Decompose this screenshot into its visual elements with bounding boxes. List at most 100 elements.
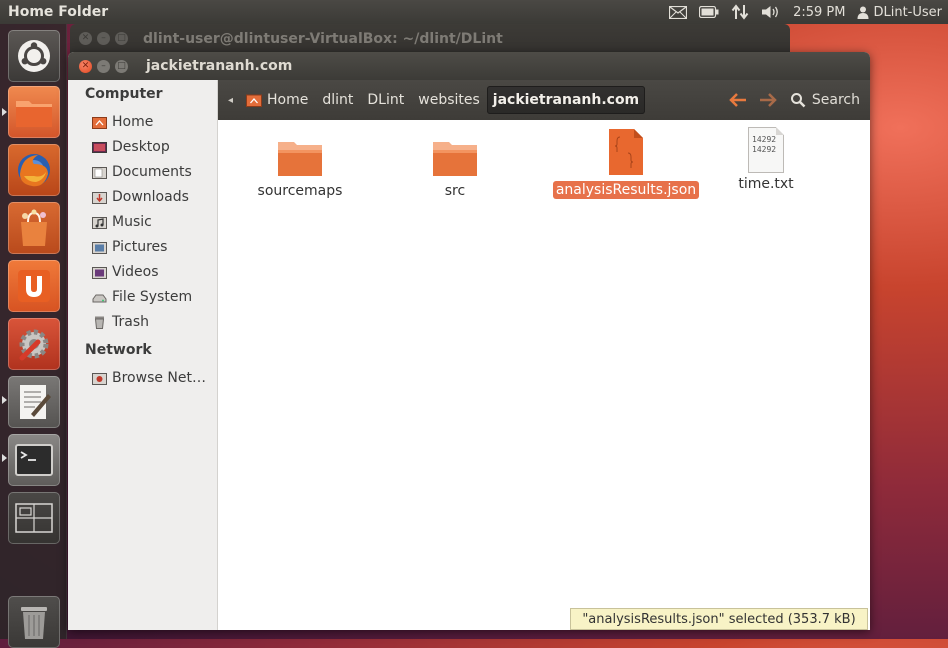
ubuntu-one-launcher-button[interactable]	[8, 260, 60, 312]
sidebar-item-label: Downloads	[112, 189, 189, 205]
videos-icon	[92, 266, 107, 279]
breadcrumb-scroll-left-icon[interactable]: ◂	[228, 95, 233, 106]
terminal-window[interactable]: ✕ – □ dlint-user@dlintuser-VirtualBox: ~…	[70, 24, 790, 54]
file-item-sourcemaps[interactable]: sourcemaps	[240, 136, 360, 200]
network-icon	[92, 372, 107, 385]
maximize-button[interactable]: □	[115, 59, 128, 73]
dash-home-button[interactable]	[8, 30, 60, 82]
file-item-analysisResults[interactable]: analysisResults.json	[551, 127, 701, 199]
sidebar-item-label: Pictures	[112, 239, 168, 255]
minimize-button[interactable]: –	[97, 59, 110, 73]
home-folder-icon	[92, 116, 107, 129]
text-preview-line: 14292	[752, 145, 777, 154]
json-file-icon	[609, 129, 643, 175]
user-menu[interactable]: DLint-User	[851, 0, 948, 24]
file-name: analysisResults.json	[552, 181, 700, 199]
back-arrow-icon[interactable]	[728, 92, 748, 108]
documents-icon	[92, 166, 107, 179]
sidebar-item-music[interactable]: Music	[92, 211, 152, 233]
file-view[interactable]: ◂ Home dlint DLint websites jackietranan…	[218, 80, 870, 630]
breadcrumb-dlint[interactable]: dlint	[315, 86, 360, 114]
sidebar-item-label: Desktop	[112, 139, 170, 155]
folder-icon	[278, 142, 322, 176]
close-button[interactable]: ✕	[79, 59, 92, 73]
path-toolbar: ◂ Home dlint DLint websites jackietranan…	[218, 80, 870, 120]
sidebar-item-trash[interactable]: Trash	[92, 311, 149, 333]
workspace-switcher-button[interactable]	[8, 492, 60, 544]
terminal-minimize-button[interactable]: –	[97, 32, 110, 45]
sidebar-item-label: Documents	[112, 164, 192, 180]
files-launcher-button[interactable]	[8, 86, 60, 138]
sidebar-item-documents[interactable]: Documents	[92, 161, 192, 183]
text-preview-line: 14292	[752, 135, 777, 144]
file-window-titlebar[interactable]: ✕ – □ jackietrananh.com	[68, 52, 870, 80]
sidebar-item-pictures[interactable]: Pictures	[92, 236, 167, 258]
sidebar-item-home[interactable]: Home	[92, 111, 153, 133]
text-file-icon: 14292 14292	[748, 127, 784, 173]
search-label: Search	[811, 92, 860, 108]
music-icon	[92, 216, 107, 229]
workspace-switcher-icon	[15, 503, 53, 533]
clock[interactable]: 2:59 PM	[787, 0, 851, 24]
panel-app-title: Home Folder	[8, 4, 109, 20]
text-editor-launcher-button[interactable]	[8, 376, 60, 428]
user-name: DLint-User	[873, 4, 942, 20]
sidebar-item-downloads[interactable]: Downloads	[92, 186, 189, 208]
terminal-launcher-button[interactable]	[8, 434, 60, 486]
breadcrumb: Home dlint DLint websites jackietrananh.…	[239, 86, 646, 114]
folder-icon	[16, 101, 52, 127]
sidebar-item-label: Videos	[112, 264, 159, 280]
shopping-bag-icon	[21, 209, 47, 246]
sidebar-item-label: Browse Net…	[112, 370, 207, 386]
terminal-close-button[interactable]: ✕	[79, 32, 92, 45]
breadcrumb-websites[interactable]: websites	[411, 86, 487, 114]
search-icon	[790, 93, 806, 108]
trash-bin-icon	[21, 607, 47, 639]
folder-icon	[433, 142, 477, 176]
breadcrumb-home[interactable]: Home	[239, 86, 315, 114]
terminal-maximize-button[interactable]: □	[115, 32, 128, 45]
sidebar-item-label: Music	[112, 214, 152, 230]
file-item-src[interactable]: src	[395, 136, 515, 200]
firefox-launcher-button[interactable]	[8, 144, 60, 196]
launcher	[0, 24, 67, 648]
drive-icon	[92, 291, 107, 304]
volume-icon[interactable]	[755, 0, 787, 24]
sidebar-item-label: File System	[112, 289, 193, 305]
sidebar-item-browse-network[interactable]: Browse Net…	[92, 367, 206, 389]
breadcrumb-DLint[interactable]: DLint	[360, 86, 411, 114]
firefox-icon	[18, 154, 50, 187]
terminal-window-title: dlint-user@dlintuser-VirtualBox: ~/dlint…	[143, 31, 503, 47]
file-name: sourcemaps	[257, 183, 343, 199]
mail-icon[interactable]	[663, 0, 693, 24]
sidebar-item-file-system[interactable]: File System	[92, 286, 192, 308]
sidebar-item-label: Home	[112, 114, 154, 130]
home-folder-icon	[246, 94, 263, 107]
ubuntu-logo-icon	[18, 40, 50, 72]
network-arrows-icon[interactable]	[725, 0, 755, 24]
breadcrumb-current[interactable]: jackietrananh.com	[486, 86, 646, 114]
settings-gear-icon	[19, 329, 49, 361]
user-icon	[857, 6, 869, 19]
desktop-icon	[92, 141, 107, 154]
breadcrumb-label: Home	[267, 92, 309, 108]
battery-icon[interactable]	[693, 0, 725, 24]
text-editor-icon	[20, 385, 51, 419]
window-title: jackietrananh.com	[146, 58, 293, 74]
software-center-launcher-button[interactable]	[8, 202, 60, 254]
search-button[interactable]: Search	[790, 92, 860, 108]
file-name: time.txt	[738, 176, 794, 192]
indicator-area: 2:59 PM DLint-User	[663, 0, 948, 24]
pictures-icon	[92, 241, 107, 254]
system-settings-launcher-button[interactable]	[8, 318, 60, 370]
status-tooltip: "analysisResults.json" selected (353.7 k…	[570, 608, 868, 630]
terminal-icon	[15, 444, 53, 476]
file-item-time-txt[interactable]: 14292 14292 time.txt	[706, 127, 826, 193]
ubuntu-one-icon	[18, 270, 50, 302]
trash-launcher-button[interactable]	[8, 596, 60, 648]
file-name: src	[444, 183, 466, 199]
sidebar-item-desktop[interactable]: Desktop	[92, 136, 170, 158]
sidebar-item-videos[interactable]: Videos	[92, 261, 159, 283]
file-manager-window[interactable]: ✕ – □ jackietrananh.com Computer Home De…	[68, 52, 870, 630]
forward-arrow-icon[interactable]	[758, 92, 778, 108]
